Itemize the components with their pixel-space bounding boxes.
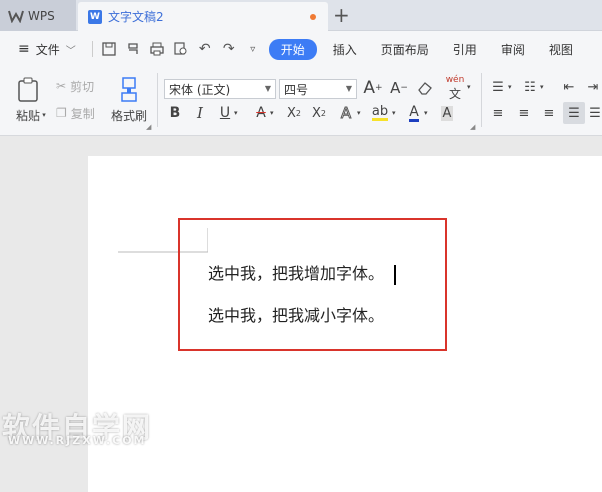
file-menu-label: 文件 [35,42,60,57]
tab-review[interactable]: 审阅 [493,39,533,60]
pinyin-guide-button[interactable]: wén 文 [440,75,470,101]
watermark-url: WWW.RJZXW.COM [8,434,147,447]
redo-icon[interactable]: ↷ [220,40,238,58]
chevron-down-icon[interactable]: ▾ [424,109,428,117]
chevron-down-icon[interactable]: ▾ [508,83,512,91]
chevron-down-icon: ▼ [264,84,271,93]
undo-icon[interactable]: ↶ [196,40,214,58]
chevron-down-icon: ▼ [345,84,352,93]
writer-doc-icon: W [88,9,102,24]
distributed-align-icon[interactable]: ☰ [588,103,602,123]
tab-home[interactable]: 开始 [268,38,317,60]
tab-document-label: 文字文稿2 [108,10,164,24]
pinyin-char-icon: 文 [448,86,461,101]
align-left-icon[interactable]: ≡ [488,103,508,123]
chevron-down-icon[interactable]: ▾ [540,83,544,91]
underline-icon[interactable]: U [216,103,234,123]
file-menu-button[interactable]: ≡ 文件 ﹀ [10,39,84,60]
tab-bar: WPS W 文字文稿2 + [0,0,602,31]
paragraph-line-1[interactable]: 选中我，把我增加字体。 [208,260,397,285]
justify-icon[interactable]: ☰ [563,102,585,124]
font-group-launcher-icon[interactable]: ◢ [470,123,475,131]
subscript-icon[interactable]: X2 [309,103,329,123]
divider [157,73,158,127]
clipboard-icon [18,77,38,102]
align-right-icon[interactable]: ≡ [539,103,559,123]
chevron-down-icon[interactable]: ▾ [234,109,238,117]
chevron-down-icon[interactable]: ▾ [270,109,274,117]
strikethrough-icon[interactable]: A [252,103,270,123]
tab-document[interactable]: W 文字文稿2 [78,2,328,31]
hamburger-icon: ≡ [18,41,30,57]
align-center-icon[interactable]: ≡ [514,103,534,123]
chevron-down-icon: ﹀ [65,45,76,57]
highlight-box [178,218,447,351]
format-painter-button[interactable]: 格式刷 [108,73,150,127]
paste-dropdown-arrow-icon[interactable]: ▾ [40,109,48,121]
customize-toolbar-icon[interactable]: ▿ [244,40,262,58]
paste-label: 粘贴 [15,108,40,123]
menu-bar: ≡ 文件 ﹀ ↶ ↷ ▿ 开始 插入 页面布局 引用 审阅 视图 [0,31,602,67]
scissors-icon: ✂ [56,79,67,93]
decrease-indent-icon[interactable]: ⇤ [560,77,578,97]
chevron-down-icon[interactable]: ▾ [392,109,396,117]
format-painter-label: 格式刷 [110,108,147,123]
chevron-down-icon[interactable]: ▾ [357,109,361,117]
ribbon-home: 粘贴 ▾ ✂ 剪切 ❐ 复制 格式刷 宋体 (正文) ▼ 四号 ▼ A + A − … [0,67,602,136]
increase-font-size-icon[interactable]: A + [362,77,384,99]
chevron-down-icon[interactable]: ▾ [467,83,471,91]
clipboard-group-launcher-icon[interactable]: ◢ [146,123,151,131]
character-shading-icon[interactable]: A [438,103,456,123]
print-preview-icon[interactable] [172,40,190,58]
highlight-icon[interactable]: ab [370,103,390,123]
italic-icon[interactable]: I [191,103,209,123]
cut-label: 剪切 [70,79,95,94]
tab-references[interactable]: 引用 [445,39,485,60]
new-tab-plus-icon[interactable]: + [333,3,350,27]
paragraph-line-2-text: 选中我，把我减小字体。 [208,306,385,325]
tab-insert[interactable]: 插入 [325,39,365,60]
superscript-icon[interactable]: X2 [284,103,304,123]
cut-button[interactable]: ✂ 剪切 [56,77,94,95]
text-cursor [394,264,397,285]
output-pdf-icon[interactable] [124,40,142,58]
tab-page-layout[interactable]: 页面布局 [373,39,437,60]
divider [91,41,93,57]
pinyin-label: wén [445,74,465,85]
font-name-select[interactable]: 宋体 (正文) ▼ [164,79,276,99]
clear-formatting-icon[interactable] [415,77,435,99]
wps-logo-icon [8,10,24,23]
bullet-list-icon[interactable]: ☰ [488,77,508,97]
copy-button[interactable]: ❐ 复制 [56,104,95,122]
font-size-value: 四号 [284,82,309,97]
document-page[interactable]: 选中我，把我增加字体。 选中我，把我减小字体。 [88,156,602,492]
save-icon[interactable] [100,40,118,58]
numbered-list-icon[interactable]: ☷ [520,77,540,97]
decrease-font-size-icon[interactable]: A − [388,77,410,99]
divider [481,73,482,127]
tab-wps-label: WPS [28,8,55,23]
font-color-icon[interactable]: A [405,103,423,123]
copy-label: 复制 [70,106,95,121]
tab-view[interactable]: 视图 [541,39,581,60]
tab-wps-home[interactable]: WPS [0,0,76,31]
font-name-value: 宋体 (正文) [169,82,231,97]
text-effect-icon[interactable]: A [337,103,355,123]
bold-icon[interactable]: B [166,103,184,123]
print-icon[interactable] [148,40,166,58]
paragraph-line-2[interactable]: 选中我，把我减小字体。 [208,302,384,326]
copy-icon: ❐ [56,106,67,120]
paragraph-line-1-text: 选中我，把我增加字体。 [208,264,385,283]
paint-brush-icon [121,76,137,102]
increase-indent-icon[interactable]: ⇥ [586,77,600,97]
unsaved-dot-icon [310,14,316,20]
font-size-select[interactable]: 四号 ▼ [279,79,357,99]
